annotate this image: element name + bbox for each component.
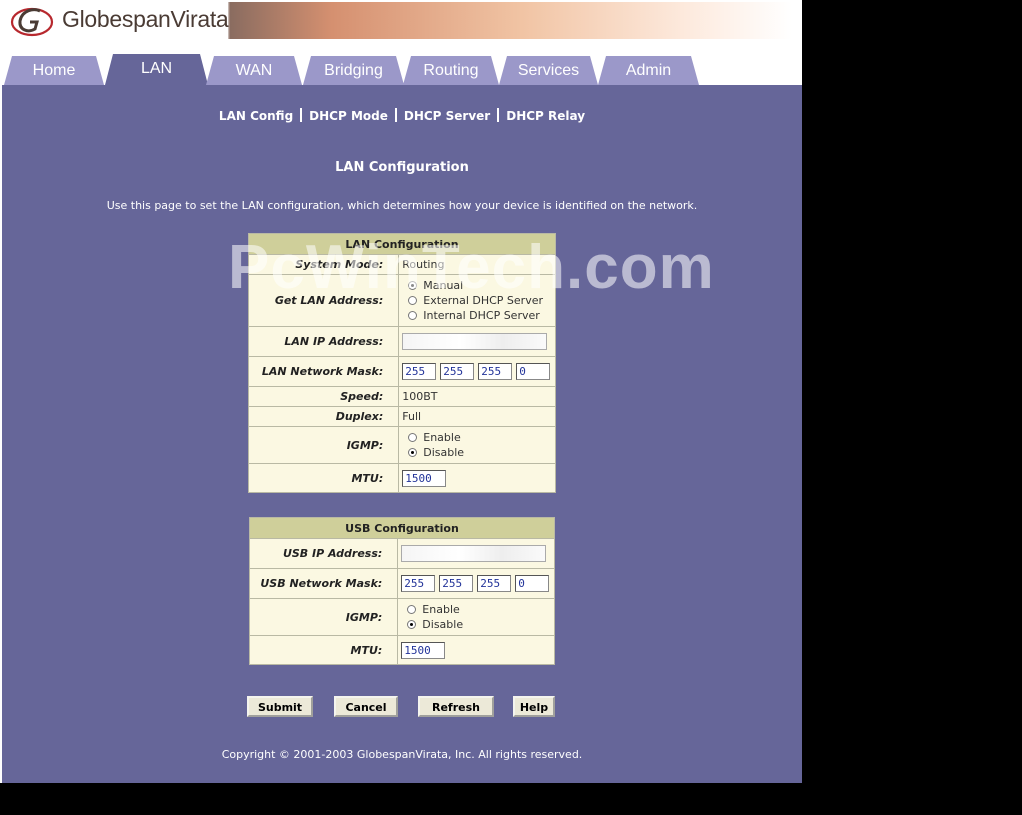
lan-mask-octet-3[interactable] <box>478 363 513 380</box>
tab-lan[interactable]: LAN <box>105 54 208 85</box>
lan-igmp-enable-radio[interactable] <box>408 433 418 442</box>
usb-mask-label: USB Network Mask: <box>248 568 399 599</box>
usb-igmp-disable-radio[interactable] <box>407 620 417 629</box>
usb-mask-octet-4[interactable] <box>515 575 550 592</box>
copyright-text: Copyright © 2001-2003 GlobespanVirata, I… <box>221 748 583 761</box>
speed-value: 100BT <box>398 386 556 407</box>
sub-navigation: LAN Config DHCP Mode DHCP Server DHCP Relay <box>2 108 802 123</box>
radio-label: Internal DHCP Server <box>423 309 540 322</box>
lan-mask-octet-2[interactable] <box>440 363 475 380</box>
content-area: LAN Config DHCP Mode DHCP Server DHCP Relay… <box>2 85 802 783</box>
radio-label: Enable <box>423 431 461 444</box>
lan-igmp-label: IGMP: <box>247 426 400 464</box>
radio-option: Manual <box>402 278 552 293</box>
radio-option: Disable <box>401 617 551 632</box>
usb-mtu-input[interactable] <box>401 641 446 659</box>
radio-label: Enable <box>422 603 460 616</box>
lan-ip-input[interactable] <box>402 333 548 350</box>
submit-button[interactable]: Submit <box>247 696 313 717</box>
duplex-value: Full <box>398 406 556 427</box>
usb-igmp-enable-radio[interactable] <box>407 605 417 614</box>
cancel-button[interactable]: Cancel <box>334 696 398 717</box>
radio-label: Disable <box>423 446 465 459</box>
subnav-dhcp-mode[interactable]: DHCP Mode <box>309 109 388 123</box>
usb-mtu-label: MTU: <box>248 635 399 665</box>
system-mode-value: Routing <box>398 254 556 275</box>
speed-label: Speed: <box>247 386 400 407</box>
lan-config-table: LAN Configuration System Mode: Routing G… <box>247 233 556 493</box>
radio-option: Internal DHCP Server <box>402 308 552 323</box>
lan-mtu-label: MTU: <box>247 463 400 493</box>
usb-igmp-label: IGMP: <box>248 598 399 636</box>
tab-home[interactable]: Home <box>4 56 104 85</box>
tab-wan[interactable]: WAN <box>206 56 302 85</box>
tab-admin[interactable]: Admin <box>598 56 699 85</box>
subnav-separator <box>300 108 303 122</box>
radio-label: Manual <box>423 279 464 292</box>
browser-frame: GlobespanVirata Home LAN WAN Bridging Ro… <box>0 0 802 783</box>
usb-config-table: USB Configuration USB IP Address: USB Ne… <box>248 517 555 665</box>
system-mode-label: System Mode: <box>247 254 400 275</box>
usb-mask-octet-3[interactable] <box>477 575 512 592</box>
subnav-dhcp-relay[interactable]: DHCP Relay <box>506 109 585 123</box>
lan-ip-label: LAN IP Address: <box>247 326 400 357</box>
radio-internal-dhcp[interactable] <box>408 311 418 320</box>
lan-mtu-input[interactable] <box>402 469 447 487</box>
radio-manual[interactable] <box>408 281 418 290</box>
radio-option: Enable <box>402 430 552 445</box>
radio-label: External DHCP Server <box>423 294 544 307</box>
brand-logo: GlobespanVirata <box>2 2 229 39</box>
lan-igmp-disable-radio[interactable] <box>408 448 418 457</box>
tab-services[interactable]: Services <box>499 56 598 85</box>
tab-bridging[interactable]: Bridging <box>303 56 404 85</box>
help-button[interactable]: Help <box>513 696 555 717</box>
usb-config-header: USB Configuration <box>249 517 555 539</box>
lan-mask-label: LAN Network Mask: <box>247 356 400 387</box>
subnav-separator <box>497 108 500 122</box>
get-lan-address-options: Manual External DHCP Server Internal DHC… <box>398 274 556 327</box>
radio-label: Disable <box>422 618 464 631</box>
main-tab-bar: Home LAN WAN Bridging Routing Services A… <box>2 39 802 85</box>
lan-config-header: LAN Configuration <box>248 233 556 255</box>
usb-mask-octet-1[interactable] <box>401 575 436 592</box>
usb-ip-label: USB IP Address: <box>248 538 399 569</box>
subnav-separator <box>394 108 397 122</box>
tab-routing[interactable]: Routing <box>403 56 499 85</box>
radio-option: Disable <box>402 445 552 460</box>
lan-mask-octet-4[interactable] <box>516 363 551 380</box>
usb-mask-octet-2[interactable] <box>439 575 474 592</box>
page-title: LAN Configuration <box>335 160 469 175</box>
lan-mask-fields <box>402 363 552 380</box>
usb-ip-input[interactable] <box>401 545 547 562</box>
duplex-label: Duplex: <box>247 406 400 427</box>
usb-mask-fields <box>401 575 551 592</box>
radio-external-dhcp[interactable] <box>408 296 418 305</box>
lan-mask-octet-1[interactable] <box>402 363 437 380</box>
brand-name: GlobespanVirata <box>62 6 229 32</box>
get-lan-address-label: Get LAN Address: <box>247 274 400 327</box>
subnav-lan-config[interactable]: LAN Config <box>219 109 293 123</box>
subnav-dhcp-server[interactable]: DHCP Server <box>404 109 490 123</box>
page-description: Use this page to set the LAN configurati… <box>106 199 698 212</box>
globespan-logo-icon <box>10 7 54 37</box>
header-banner: GlobespanVirata <box>2 2 802 39</box>
radio-option: Enable <box>401 602 551 617</box>
radio-option: External DHCP Server <box>402 293 552 308</box>
refresh-button[interactable]: Refresh <box>418 696 494 717</box>
